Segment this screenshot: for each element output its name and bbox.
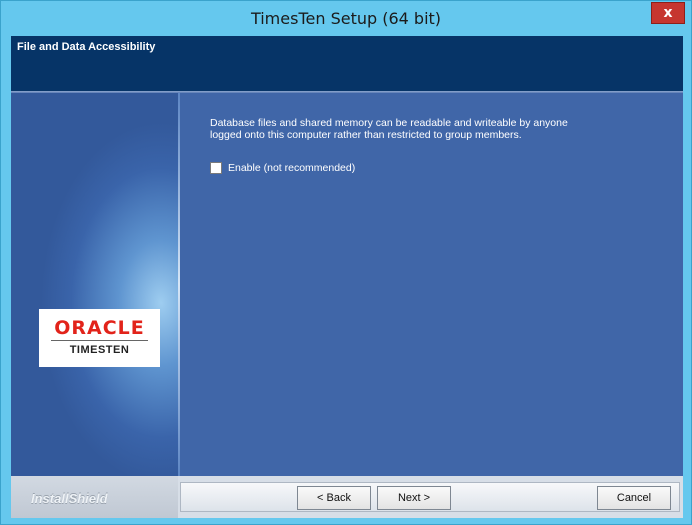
- window-title: TimesTen Setup (64 bit): [250, 9, 442, 28]
- enable-checkbox[interactable]: [210, 162, 222, 174]
- next-button[interactable]: Next >: [377, 486, 451, 510]
- enable-checkbox-label[interactable]: Enable (not recommended): [228, 162, 355, 174]
- button-bar: InstallShield < Back Next > Cancel: [11, 476, 683, 518]
- description-line-1: Database files and shared memory can be …: [210, 117, 568, 129]
- logo-brand: ORACLE: [54, 317, 145, 339]
- title-bar[interactable]: TimesTen Setup (64 bit) x: [1, 1, 691, 35]
- enable-option[interactable]: Enable (not recommended): [210, 162, 355, 174]
- dialog-client-area: File and Data Accessibility ORACLE TIMES…: [11, 36, 683, 518]
- page-title: File and Data Accessibility: [17, 41, 156, 53]
- cancel-button[interactable]: Cancel: [597, 486, 671, 510]
- logo-divider: [51, 340, 148, 341]
- installshield-area: InstallShield: [11, 476, 178, 518]
- setup-window: TimesTen Setup (64 bit) x File and Data …: [0, 0, 692, 525]
- side-banner: ORACLE TIMESTEN: [11, 93, 178, 476]
- content-area: Database files and shared memory can be …: [180, 93, 683, 476]
- oracle-timesten-logo: ORACLE TIMESTEN: [39, 309, 160, 367]
- close-icon: x: [663, 5, 673, 21]
- installshield-logo: InstallShield: [31, 491, 108, 506]
- close-button[interactable]: x: [651, 2, 685, 24]
- description-text: Database files and shared memory can be …: [210, 117, 610, 141]
- logo-product: TIMESTEN: [69, 344, 130, 356]
- back-button[interactable]: < Back: [297, 486, 371, 510]
- description-line-2: logged onto this computer rather than re…: [210, 129, 522, 141]
- header-band: File and Data Accessibility: [11, 36, 683, 91]
